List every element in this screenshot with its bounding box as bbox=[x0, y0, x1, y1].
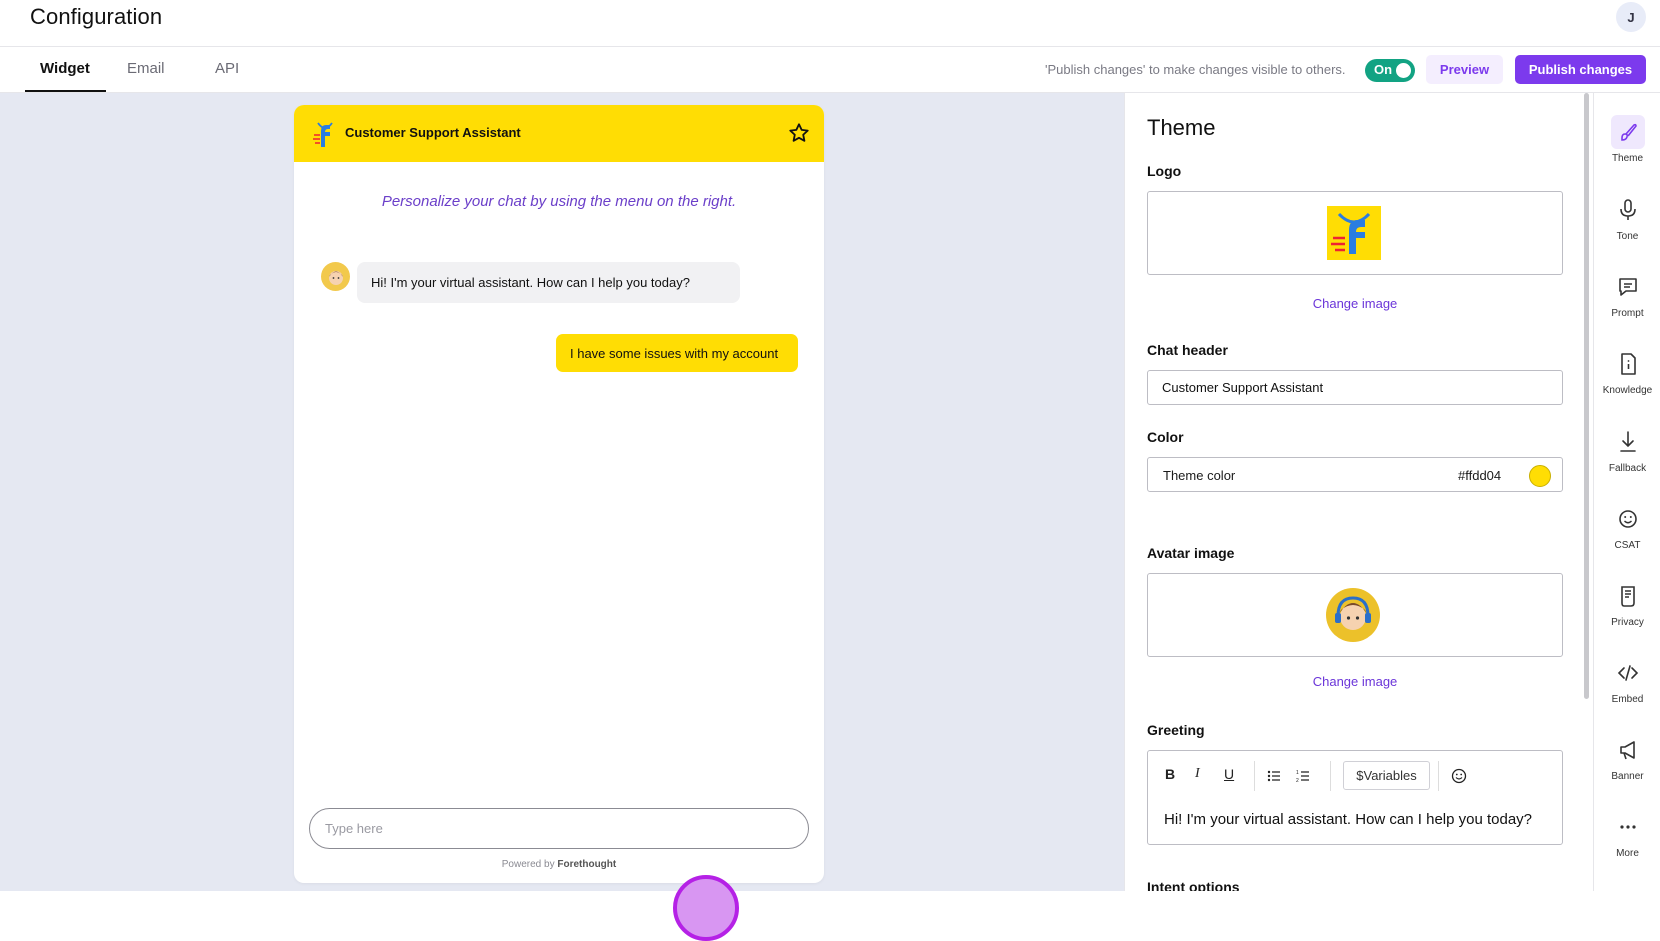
logo-image-icon bbox=[1327, 206, 1381, 260]
download-arrow-icon bbox=[1619, 431, 1636, 452]
powered-by: Powered by Forethought bbox=[294, 859, 824, 870]
toolbar-divider bbox=[1254, 761, 1255, 791]
toolbar-divider bbox=[1438, 761, 1439, 791]
editor-toolbar: B I U 1 2 $Variables bbox=[1148, 751, 1564, 801]
user-avatar[interactable]: J bbox=[1616, 2, 1646, 32]
panel-scrollbar[interactable] bbox=[1584, 93, 1589, 699]
numbered-list-icon[interactable]: 1 2 bbox=[1296, 769, 1310, 783]
rail-label: More bbox=[1616, 848, 1639, 859]
rail-label: Embed bbox=[1611, 694, 1644, 705]
chat-header-input[interactable] bbox=[1147, 370, 1563, 405]
chat-header-label: Chat header bbox=[1147, 342, 1228, 358]
rail-item-theme[interactable]: Theme bbox=[1594, 115, 1660, 164]
rail-label: Banner bbox=[1611, 771, 1644, 782]
theme-color-value: #ffdd04 bbox=[1458, 468, 1502, 483]
message-icon bbox=[1618, 278, 1637, 296]
panel-title: Theme bbox=[1147, 115, 1216, 140]
bot-message: Hi! I'm your virtual assistant. How can … bbox=[357, 262, 740, 303]
top-bar: Configuration J bbox=[0, 0, 1660, 47]
rail-item-privacy[interactable]: Privacy bbox=[1594, 579, 1660, 628]
tab-api[interactable]: API bbox=[215, 60, 239, 77]
page-title: Configuration bbox=[30, 4, 163, 29]
chat-launcher-button[interactable] bbox=[673, 875, 739, 941]
rail-label: Tone bbox=[1616, 231, 1639, 242]
bold-icon[interactable]: B bbox=[1165, 766, 1175, 782]
rail-label: Privacy bbox=[1611, 617, 1644, 628]
forethought-brand: Forethought bbox=[557, 859, 617, 870]
rail-label: CSAT bbox=[1614, 540, 1641, 551]
rail-item-prompt[interactable]: Prompt bbox=[1594, 270, 1660, 319]
bot-avatar-icon bbox=[321, 262, 350, 291]
toggle-knob bbox=[1396, 63, 1411, 78]
avatar-box[interactable] bbox=[1147, 573, 1563, 657]
user-message: I have some issues with my account bbox=[556, 334, 798, 372]
tabs-bar: Widget Email API 'Publish changes' to ma… bbox=[0, 47, 1660, 93]
brush-icon bbox=[1610, 115, 1645, 149]
color-swatch[interactable] bbox=[1529, 465, 1551, 487]
rail-item-embed[interactable]: Embed bbox=[1594, 656, 1660, 705]
theme-color-field[interactable]: Theme color #ffdd04 bbox=[1147, 457, 1563, 492]
preview-button[interactable]: Preview bbox=[1426, 55, 1503, 84]
active-tab-indicator bbox=[25, 90, 106, 92]
publish-hint: 'Publish changes' to make changes visibl… bbox=[1045, 62, 1346, 77]
underline-icon[interactable]: U bbox=[1224, 766, 1234, 782]
rail-label: Knowledge bbox=[1602, 385, 1653, 396]
change-logo-link[interactable]: Change image bbox=[1147, 296, 1563, 311]
chat-title: Customer Support Assistant bbox=[345, 125, 521, 140]
document-info-icon bbox=[1620, 353, 1636, 375]
variables-button[interactable]: $Variables bbox=[1343, 761, 1430, 790]
star-icon[interactable] bbox=[788, 122, 810, 144]
emoji-icon[interactable] bbox=[1451, 768, 1467, 784]
svg-text:2: 2 bbox=[1296, 778, 1299, 783]
powered-by-label: Powered by bbox=[501, 859, 555, 870]
preview-canvas: Customer Support Assistant Personalize y… bbox=[0, 93, 1124, 941]
change-avatar-link[interactable]: Change image bbox=[1147, 674, 1563, 689]
svg-text:1: 1 bbox=[1296, 770, 1299, 776]
more-dots-icon bbox=[1619, 825, 1636, 829]
rail-item-banner[interactable]: Banner bbox=[1594, 733, 1660, 782]
publish-changes-button[interactable]: Publish changes bbox=[1515, 55, 1646, 84]
avatar-image-icon bbox=[1326, 588, 1380, 642]
rail-label: Theme bbox=[1611, 153, 1644, 164]
rail-label: Fallback bbox=[1608, 463, 1647, 474]
avatar-image-label: Avatar image bbox=[1147, 545, 1235, 561]
italic-icon[interactable]: I bbox=[1195, 766, 1200, 782]
chat-header: Customer Support Assistant bbox=[294, 105, 824, 162]
intent-options-label: Intent options bbox=[1147, 879, 1240, 891]
rail-item-fallback[interactable]: Fallback bbox=[1594, 425, 1660, 474]
rail-item-csat[interactable]: CSAT bbox=[1594, 502, 1660, 551]
greeting-editor[interactable]: B I U 1 2 $Variables Hi! I'm your virtua bbox=[1147, 750, 1563, 845]
tab-widget[interactable]: Widget bbox=[40, 60, 90, 77]
bullet-list-icon[interactable] bbox=[1267, 769, 1281, 783]
smiley-icon bbox=[1618, 510, 1637, 528]
rail-item-knowledge[interactable]: Knowledge bbox=[1594, 347, 1660, 396]
greeting-text[interactable]: Hi! I'm your virtual assistant. How can … bbox=[1164, 811, 1532, 828]
megaphone-icon bbox=[1619, 741, 1635, 760]
microphone-icon bbox=[1619, 199, 1636, 220]
personalize-hint: Personalize your chat by using the menu … bbox=[381, 193, 737, 210]
greeting-label: Greeting bbox=[1147, 722, 1205, 738]
receipt-icon bbox=[1620, 586, 1635, 607]
rail-item-tone[interactable]: Tone bbox=[1594, 193, 1660, 242]
theme-panel: Theme Logo Change image Chat header Colo… bbox=[1124, 93, 1593, 891]
logo-label: Logo bbox=[1147, 163, 1182, 179]
theme-color-label: Theme color bbox=[1163, 468, 1236, 483]
rail-item-more[interactable]: More bbox=[1594, 810, 1660, 859]
color-label: Color bbox=[1147, 429, 1184, 445]
toggle-label: On bbox=[1374, 62, 1393, 77]
publish-toggle[interactable]: On bbox=[1365, 59, 1415, 82]
chat-input[interactable] bbox=[309, 808, 809, 849]
logo-box[interactable] bbox=[1147, 191, 1563, 275]
settings-rail: Theme Tone Prompt Knowledge Fallback CSA… bbox=[1593, 93, 1660, 891]
chat-widget-preview: Customer Support Assistant Personalize y… bbox=[294, 105, 824, 883]
rail-label: Prompt bbox=[1611, 308, 1644, 319]
code-icon bbox=[1617, 665, 1638, 681]
tab-email[interactable]: Email bbox=[127, 60, 165, 77]
toolbar-divider bbox=[1330, 761, 1331, 791]
flipkart-logo-icon bbox=[313, 122, 333, 147]
